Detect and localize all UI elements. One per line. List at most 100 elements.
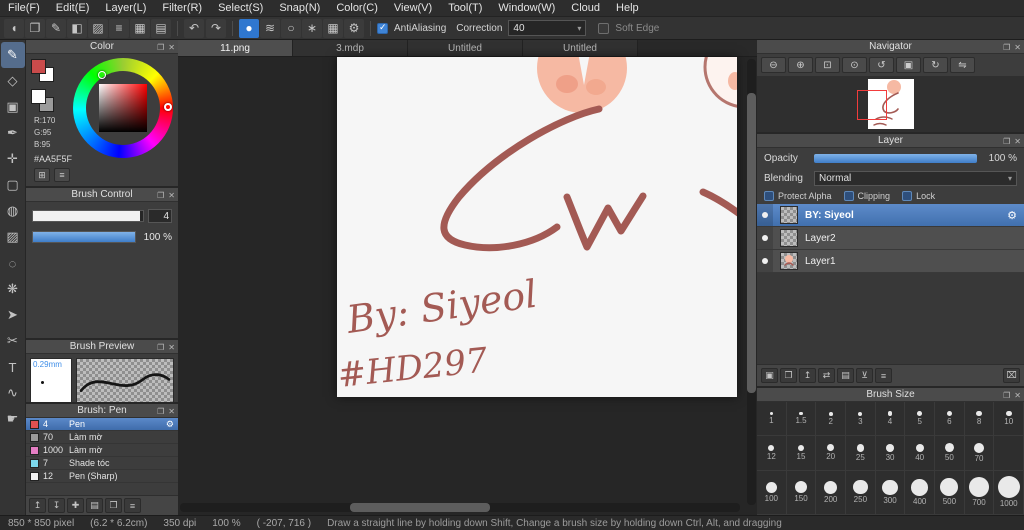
menu-select-s[interactable]: Select(S): [210, 0, 271, 17]
pen-tool-icon[interactable]: ✒: [1, 120, 25, 146]
close-panel-icon[interactable]: ✕: [168, 343, 175, 352]
brush-opacity-slider[interactable]: [32, 231, 136, 243]
pattern-icon[interactable]: ▨: [88, 18, 108, 38]
tab-untitled-2[interactable]: Untitled: [408, 40, 523, 56]
menu-layer-l[interactable]: Layer(L): [97, 0, 154, 17]
float-panel-icon[interactable]: ❐: [157, 43, 164, 52]
brush-size-option-2[interactable]: 2: [816, 402, 847, 437]
clipboard-icon[interactable]: ❐: [25, 18, 45, 38]
secondary-fg-swatch[interactable]: [31, 89, 46, 104]
brush-size-option-30[interactable]: 30: [875, 436, 906, 471]
layer-folder-icon[interactable]: ▤: [837, 368, 854, 383]
close-panel-icon[interactable]: ✕: [1014, 391, 1021, 400]
brush-size-option-6[interactable]: 6: [935, 402, 965, 437]
float-panel-icon[interactable]: ❐: [1003, 391, 1010, 400]
menu-tool-t[interactable]: Tool(T): [440, 0, 490, 17]
rotate-reset-icon[interactable]: ▣: [896, 57, 921, 73]
gradient-tool-icon[interactable]: ▨: [1, 224, 25, 250]
brush-size-option-10[interactable]: 10: [994, 402, 1024, 437]
float-panel-icon[interactable]: ❐: [1003, 43, 1010, 52]
brush-size-option-15[interactable]: 15: [786, 436, 817, 471]
lasso-select-tool-icon[interactable]: ◌: [1, 250, 25, 276]
redo-button[interactable]: ↷: [206, 18, 226, 38]
menu-cloud[interactable]: Cloud: [563, 0, 608, 17]
brush-size-option-12[interactable]: 12: [757, 436, 787, 471]
navigator-preview-area[interactable]: [757, 76, 1024, 132]
vertical-scrollbar-thumb[interactable]: [747, 93, 756, 393]
horizontal-scrollbar[interactable]: [180, 503, 740, 512]
hand-tool-icon[interactable]: ☛: [1, 406, 25, 432]
brush-ring-icon[interactable]: ○: [281, 18, 301, 38]
zoom-actual-icon[interactable]: ⊙: [842, 57, 867, 73]
brush-size-option-50[interactable]: 50: [935, 436, 965, 471]
brush-size-option-3[interactable]: 3: [846, 402, 876, 437]
add-brush-icon[interactable]: ✚: [67, 498, 84, 513]
brush-size-option-1000[interactable]: 1000: [994, 470, 1024, 515]
merge-layer-icon[interactable]: ⊻: [856, 368, 873, 383]
float-panel-icon[interactable]: ❐: [157, 191, 164, 200]
menu-help[interactable]: Help: [608, 0, 647, 17]
lock-checkbox[interactable]: [902, 191, 913, 201]
brush-size-option-250[interactable]: 250: [846, 470, 876, 515]
menu-edit-e[interactable]: Edit(E): [48, 0, 98, 17]
brush-row-l-m-m[interactable]: 70 Làm mờ: [26, 431, 178, 444]
panel-layout-icon[interactable]: ▤: [151, 18, 171, 38]
select-shape-icon[interactable]: ◖: [4, 18, 24, 38]
layer-transfer-icon[interactable]: ⇄: [818, 368, 835, 383]
navigator-view-rectangle[interactable]: [856, 90, 887, 120]
divide-tool-icon[interactable]: ✂: [1, 328, 25, 354]
layer-row-by-siyeol[interactable]: BY: Siyeol ⚙: [757, 204, 1024, 227]
palette-button[interactable]: ⊞: [34, 168, 50, 182]
float-panel-icon[interactable]: ❐: [1003, 137, 1010, 146]
brush-size-value[interactable]: 4: [148, 209, 172, 223]
brush-size-option-25[interactable]: 25: [846, 436, 876, 471]
foreground-color-swatch[interactable]: [31, 59, 46, 74]
brush-size-option-100[interactable]: 100: [757, 470, 787, 515]
layer-opacity-slider[interactable]: [814, 153, 977, 163]
text-tool-icon[interactable]: T: [1, 354, 25, 380]
brush-size-option-8[interactable]: 8: [964, 402, 995, 437]
magic-wand-tool-icon[interactable]: ❋: [1, 276, 25, 302]
brush-size-option-20[interactable]: 20: [816, 436, 847, 471]
soft-edge-checkbox[interactable]: [598, 22, 610, 34]
close-panel-icon[interactable]: ✕: [1014, 137, 1021, 146]
eraser-tool-icon[interactable]: ◇: [1, 68, 25, 94]
protect-alpha-checkbox[interactable]: [764, 191, 774, 201]
float-panel-icon[interactable]: ❐: [157, 343, 164, 352]
brush-size-slider[interactable]: [32, 210, 144, 222]
correction-dropdown[interactable]: 40 ▾: [508, 20, 587, 36]
layer-settings-icon[interactable]: ≡: [875, 368, 892, 383]
brush-size-option-700[interactable]: 700: [964, 470, 995, 515]
brush-edit-gear-icon[interactable]: ⚙: [166, 419, 174, 430]
brush-folder-icon[interactable]: ▤: [86, 498, 103, 513]
layer-visibility-toggle[interactable]: [757, 227, 773, 249]
brush-down-icon[interactable]: ↧: [48, 498, 65, 513]
close-panel-icon[interactable]: ✕: [168, 191, 175, 200]
brush-size-option-4[interactable]: 4: [875, 402, 906, 437]
float-panel-icon[interactable]: ❐: [157, 407, 164, 416]
drawing-canvas[interactable]: By: Siyeol #HD297: [336, 40, 757, 397]
menu-filter-r[interactable]: Filter(R): [154, 0, 210, 17]
curve-tool-icon[interactable]: ∿: [1, 380, 25, 406]
duplicate-layer-icon[interactable]: ❐: [780, 368, 797, 383]
menu-window-w[interactable]: Window(W): [490, 0, 563, 17]
stack-icon[interactable]: ≡: [109, 18, 129, 38]
brush-size-option-5[interactable]: 5: [905, 402, 936, 437]
blending-dropdown[interactable]: Normal ▾: [814, 170, 1017, 186]
rotate-cw-icon[interactable]: ↻: [923, 57, 948, 73]
layer-up-icon[interactable]: ↥: [799, 368, 816, 383]
menu-file-f[interactable]: File(F): [0, 0, 48, 17]
brush-settings-gear-icon[interactable]: ⚙: [344, 18, 364, 38]
layer-settings-gear-icon[interactable]: ⚙: [1007, 209, 1017, 222]
horizontal-scrollbar-thumb[interactable]: [350, 503, 490, 512]
brush-size-option-500[interactable]: 500: [935, 470, 965, 515]
brush-menu-icon[interactable]: ≡: [124, 498, 141, 513]
brush-size-option-70[interactable]: 70: [964, 436, 995, 471]
brush-grid-icon[interactable]: ▦: [323, 18, 343, 38]
brush-up-icon[interactable]: ↥: [29, 498, 46, 513]
antialiasing-checkbox[interactable]: [377, 22, 388, 34]
draw-mode-icon[interactable]: ✎: [46, 18, 66, 38]
color-sliders-button[interactable]: ≡: [54, 168, 70, 182]
brush-size-option-1-5[interactable]: 1.5: [786, 402, 817, 437]
layer-visibility-toggle[interactable]: [757, 250, 773, 272]
